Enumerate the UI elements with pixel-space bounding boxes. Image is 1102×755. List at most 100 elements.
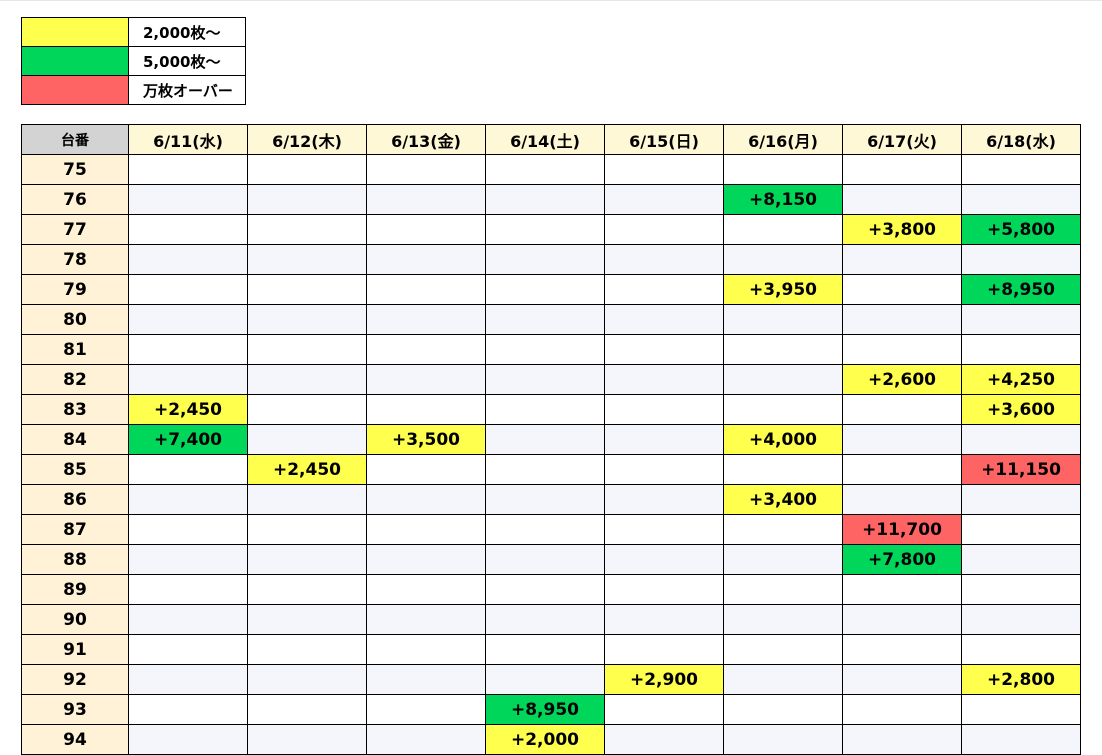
result-cell: +11,700 (842, 514, 962, 545)
result-cell: +7,400 (128, 424, 248, 455)
result-cell (961, 184, 1081, 215)
result-cell (485, 484, 605, 515)
result-cell (247, 574, 367, 605)
result-cell (961, 154, 1081, 185)
machine-number-cell: 90 (21, 604, 129, 635)
result-cell (604, 184, 724, 215)
result-cell (842, 424, 962, 455)
machine-number-cell: 89 (21, 574, 129, 605)
machine-number-cell: 79 (21, 274, 129, 305)
date-header: 6/14(土) (485, 124, 605, 155)
result-cell (723, 364, 843, 395)
result-cell: +3,600 (961, 394, 1081, 425)
result-cell (961, 514, 1081, 545)
result-cell (961, 724, 1081, 755)
machine-number-cell: 87 (21, 514, 129, 545)
legend-swatch-green (21, 46, 129, 76)
result-cell (247, 304, 367, 335)
result-cell: +8,150 (723, 184, 843, 215)
result-cell (485, 184, 605, 215)
result-cell (485, 424, 605, 455)
table-row: 87 +11,700 (21, 514, 1081, 545)
date-header: 6/13(金) (366, 124, 486, 155)
legend-row: 2,000枚～ (21, 17, 246, 47)
result-cell (604, 334, 724, 365)
result-cell (485, 634, 605, 665)
result-cell (485, 214, 605, 245)
result-cell: +2,800 (961, 664, 1081, 695)
table-body: 75 76 +8,150 77 +3,800 +5,800 78 79 +3,950 +8,950… (21, 154, 1081, 755)
result-cell (485, 274, 605, 305)
result-cell (366, 244, 486, 275)
result-cell (485, 514, 605, 545)
result-cell (604, 154, 724, 185)
result-cell (723, 154, 843, 185)
result-cell (128, 154, 248, 185)
legend-swatch-red (21, 75, 129, 105)
machine-number-cell: 88 (21, 544, 129, 575)
result-cell (366, 604, 486, 635)
machine-number-cell: 83 (21, 394, 129, 425)
result-cell (366, 484, 486, 515)
result-cell (723, 634, 843, 665)
result-cell (604, 394, 724, 425)
result-cell (247, 244, 367, 275)
legend-label: 万枚オーバー (128, 75, 246, 105)
result-cell (128, 274, 248, 305)
result-cell (247, 634, 367, 665)
result-cell (842, 694, 962, 725)
machine-number-cell: 82 (21, 364, 129, 395)
result-cell (723, 574, 843, 605)
machine-number-cell: 81 (21, 334, 129, 365)
result-cell (128, 184, 248, 215)
top-border-line (0, 0, 1102, 1)
result-cell: +11,150 (961, 454, 1081, 485)
result-cell (247, 694, 367, 725)
result-cell (366, 184, 486, 215)
result-cell (723, 394, 843, 425)
result-cell (128, 364, 248, 395)
table-row: 94 +2,000 (21, 724, 1081, 755)
result-cell (247, 514, 367, 545)
result-cell (604, 694, 724, 725)
result-cell (485, 244, 605, 275)
result-cell (842, 304, 962, 335)
result-cell (485, 604, 605, 635)
machine-number-header: 台番 (21, 124, 129, 155)
result-cell (485, 664, 605, 695)
table-row: 80 (21, 304, 1081, 335)
result-cell (961, 604, 1081, 635)
result-cell: +5,800 (961, 214, 1081, 245)
result-cell (723, 334, 843, 365)
result-cell (485, 154, 605, 185)
results-table: 台番 6/11(水) 6/12(木) 6/13(金) 6/14(土) 6/15(… (21, 124, 1081, 755)
machine-number-cell: 93 (21, 694, 129, 725)
result-cell (842, 244, 962, 275)
table-row: 91 (21, 634, 1081, 665)
result-cell (723, 454, 843, 485)
result-cell (128, 664, 248, 695)
result-cell (604, 484, 724, 515)
result-cell (128, 244, 248, 275)
result-cell (842, 604, 962, 635)
result-cell (128, 724, 248, 755)
result-cell (604, 544, 724, 575)
result-cell (366, 634, 486, 665)
result-cell: +2,450 (128, 394, 248, 425)
result-cell (604, 364, 724, 395)
result-cell (604, 304, 724, 335)
result-cell (247, 604, 367, 635)
result-cell (961, 574, 1081, 605)
table-row: 93 +8,950 (21, 694, 1081, 725)
result-cell (128, 454, 248, 485)
result-cell: +2,600 (842, 364, 962, 395)
machine-number-cell: 80 (21, 304, 129, 335)
result-cell (485, 394, 605, 425)
machine-number-cell: 94 (21, 724, 129, 755)
result-cell (128, 694, 248, 725)
result-cell (128, 634, 248, 665)
result-cell (366, 694, 486, 725)
date-header: 6/17(火) (842, 124, 962, 155)
result-cell (247, 664, 367, 695)
machine-number-cell: 75 (21, 154, 129, 185)
